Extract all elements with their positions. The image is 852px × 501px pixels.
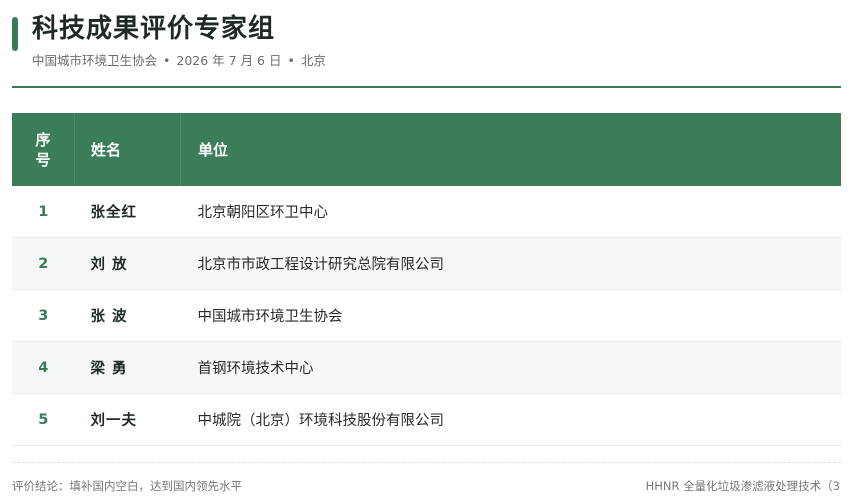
row-number: 1 [12, 186, 75, 238]
project-name: HHNR 全量化垃圾渗滤液处理技术（3 [645, 479, 840, 493]
page-subtitle: 中国城市环境卫生协会 • 2026 年 7 月 6 日 • 北京 [32, 50, 326, 69]
footer-divider [12, 462, 841, 463]
row-number: 4 [12, 341, 75, 394]
table-row: 1 张全红 北京朝阳区环卫中心 [12, 186, 841, 238]
expert-unit: 首钢环境技术中心 [180, 341, 841, 394]
row-number: 3 [12, 289, 75, 342]
column-header-no-line1: 序 [35, 130, 51, 149]
expert-name: 张 波 [74, 289, 181, 342]
expert-unit: 北京市市政工程设计研究总院有限公司 [180, 237, 841, 290]
title-accent-bar [12, 17, 18, 51]
date-text: 2026 年 7 月 6 日 [176, 53, 282, 68]
table-row: 5 刘一夫 中城院（北京）环境科技股份有限公司 [12, 393, 841, 446]
evaluation-conclusion: 评价结论：填补国内空白，达到国内领先水平 [12, 479, 242, 493]
expert-unit: 中国城市环境卫生协会 [180, 289, 841, 342]
location-text: 北京 [300, 53, 326, 68]
table-row: 4 梁 勇 首钢环境技术中心 [12, 341, 841, 394]
expert-name: 刘 放 [74, 237, 181, 290]
column-header-no-line2: 号 [35, 150, 51, 169]
organizer-text: 中国城市环境卫生协会 [32, 53, 158, 68]
expert-name: 梁 勇 [74, 341, 181, 394]
header-divider [12, 86, 841, 88]
table-row: 3 张 波 中国城市环境卫生协会 [12, 289, 841, 342]
expert-unit: 北京朝阳区环卫中心 [180, 186, 841, 238]
expert-table: 序 号 姓名 单位 1 张全红 北京朝阳区环卫中心 2 刘 放 北京市市政工程设… [12, 113, 841, 446]
table-row: 2 刘 放 北京市市政工程设计研究总院有限公司 [12, 237, 841, 290]
row-number: 5 [12, 393, 75, 446]
expert-name: 张全红 [74, 186, 181, 238]
expert-unit: 中城院（北京）环境科技股份有限公司 [180, 393, 841, 446]
page-title: 科技成果评价专家组 [32, 14, 276, 44]
row-number: 2 [12, 237, 75, 290]
table-header-row: 序 号 姓名 单位 [12, 113, 841, 186]
column-header-no: 序 号 [12, 113, 75, 186]
column-header-name: 姓名 [74, 113, 181, 186]
separator-dot: • [163, 53, 171, 68]
separator-dot: • [287, 53, 295, 68]
expert-name: 刘一夫 [74, 393, 181, 446]
column-header-unit: 单位 [180, 113, 841, 186]
